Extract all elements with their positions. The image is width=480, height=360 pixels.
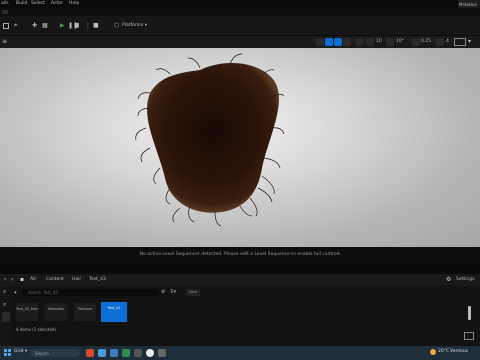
asset-label: Textures [77,307,93,311]
asset-tile-materials[interactable]: Materials [45,303,67,321]
folder-icon[interactable]: ▪ [20,277,24,283]
level-tab[interactable] [2,10,8,14]
play-options-icon[interactable]: ⋮ [85,21,91,31]
scale-snap-icon[interactable] [412,38,420,46]
content-search-input[interactable]: Search Test_43 [22,289,158,296]
save-search-button[interactable]: Save [186,289,200,296]
menu-item-tools[interactable]: ails [1,1,9,6]
sequencer-message: No active Level Sequencer detected. Plea… [139,252,341,257]
add-actor-icon[interactable]: ✚ [32,21,40,31]
asset-tile-groom[interactable]: Test_43_Hair [16,303,38,321]
select-tool-icon[interactable] [316,38,324,46]
menu-item-actor[interactable]: Actor [51,1,63,6]
weather-icon [430,349,436,355]
collections-toggle[interactable] [2,312,10,322]
taskbar-search[interactable]: Search [30,349,80,357]
view-options-icon[interactable] [464,332,474,340]
asset-label: Materials [47,307,65,311]
app-icon-2[interactable] [98,349,106,357]
search-options-icon[interactable]: ⚙ [161,289,165,295]
save-icon[interactable] [2,21,10,31]
breadcrumb-content[interactable]: Content [46,277,64,282]
main-toolbar: ⌖ ✚ ▦ ▶ ❚❚ ▮ ⋮ ■ ⬡ Platforms ▾ [0,16,480,36]
menu-bar: ails Build Select Actor Help [0,0,480,8]
search-icon-secondary[interactable]: ⌕ [3,302,6,308]
rotate-tool-icon[interactable] [334,38,342,46]
menu-item-help[interactable]: Help [69,1,79,6]
platforms-label: Platforms [122,23,144,28]
project-name: MetaHun [458,0,480,8]
start-icon[interactable] [4,349,12,357]
unreal-engine-icon[interactable] [146,349,154,357]
asset-label: Test_43 [107,306,121,310]
level-viewport[interactable] [0,48,480,247]
app-icon-5[interactable] [134,349,142,357]
forward-icon[interactable]: › [11,277,13,283]
menu-item-build[interactable]: Build [16,1,27,6]
app-icon-4[interactable] [122,349,130,357]
search-icon[interactable]: ⌕ [3,289,6,295]
stop-icon[interactable]: ■ [93,21,99,31]
weather-desc: Ventous [450,349,469,354]
settings-icon[interactable]: ⚙ [446,277,451,283]
viewport-toolbar: ≡ 10 10° 0.25 4 ▾ [0,36,480,48]
camera-speed-value[interactable]: 4 [446,39,449,44]
app-icon-1[interactable] [86,349,94,357]
translate-tool-icon[interactable] [325,38,333,46]
camera-speed-icon[interactable] [436,38,444,46]
mode-select-icon[interactable]: ⌖ [14,21,24,31]
filter-icon[interactable]: ▾ [14,290,17,296]
blueprint-icon[interactable]: ▦ [42,21,50,31]
content-browser-header: ‹ › ▪ All Content Hair Test_43 ⚙ Setting… [0,274,480,286]
scale-snap-value[interactable]: 0.25 [421,39,431,44]
content-browser-sidebar: ⌕ ⌕ [0,286,12,346]
platforms-dropdown[interactable]: Platforms ▾ [122,21,148,31]
breadcrumb-test43[interactable]: Test_43 [89,277,106,282]
maximize-viewport-icon[interactable] [454,38,466,46]
angle-size[interactable]: 10° [396,39,404,44]
play-icon[interactable]: ▶ [60,21,66,31]
viewport-options-icon[interactable]: ▾ [468,39,471,45]
filter-dropdown[interactable]: ⊽▾ [170,289,176,295]
hair-mesh-render [135,53,285,227]
breadcrumb-all[interactable]: All [30,277,36,282]
content-scrollbar[interactable] [468,306,471,320]
menu-item-select[interactable]: Select [31,1,45,6]
asset-count-status: 4 items (1 selected) [16,327,57,332]
viewport-menu-icon[interactable]: ≡ [2,39,7,45]
skip-icon[interactable]: ▮ [76,21,82,31]
windows-taskbar: Grid ▾ Search 20°C Ventous [0,346,480,360]
settings-label[interactable]: Settings [456,277,474,282]
level-tab-strip [0,8,480,16]
pause-icon[interactable]: ❚❚ [68,21,78,31]
panel-separator [0,264,480,274]
back-icon[interactable]: ‹ [4,277,6,283]
asset-tile-textures[interactable]: Textures [74,303,96,321]
app-icon-6[interactable] [158,349,166,357]
asset-label: Test_43_Hair [16,307,39,311]
platforms-icon[interactable]: ⬡ [114,21,122,31]
asset-tile-selected[interactable]: Test_43 [101,302,127,322]
angle-snap-icon[interactable] [386,38,394,46]
grid-size[interactable]: 10 [376,39,382,44]
breadcrumb-hair[interactable]: Hair [72,277,81,282]
grid-snap-icon[interactable] [366,38,374,46]
taskbar-widget[interactable]: Grid ▾ [14,349,27,354]
weather-temp: 20°C [438,349,450,354]
surface-snap-icon[interactable] [356,38,364,46]
app-icon-3[interactable] [110,349,118,357]
scale-tool-icon[interactable] [343,38,351,46]
